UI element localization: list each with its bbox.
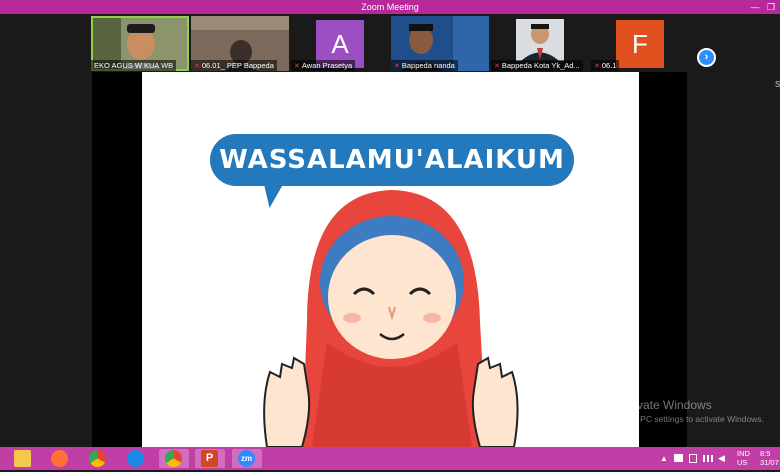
hijab-girl-illustration	[263, 190, 519, 447]
participant-tile[interactable]: ✕ Bappeda nanda	[391, 16, 489, 71]
shared-slide: WASSALAMU'ALAIKUM	[142, 72, 639, 447]
edge-text: S	[775, 80, 780, 89]
firefox-button[interactable]	[45, 449, 75, 468]
zoom-button[interactable]: zm	[232, 449, 262, 468]
title-bar: Zoom Meeting — ❐	[0, 0, 780, 14]
chrome-profile-button[interactable]	[159, 449, 189, 468]
taskbar: P zm ▲ ◀ IND US 8:5 31/07	[0, 447, 780, 470]
battery-icon[interactable]	[689, 454, 697, 463]
clock[interactable]: 8:5 31/07	[760, 449, 779, 472]
mic-muted-icon: ✕	[294, 63, 300, 70]
restore-button[interactable]: ❐	[764, 0, 778, 14]
firefox-icon	[51, 450, 68, 467]
minimize-button[interactable]: —	[748, 0, 762, 14]
participant-tile[interactable]: F ✕ 06.1	[591, 16, 689, 71]
tray-overflow-icon[interactable]: ▲	[660, 447, 668, 470]
mic-muted-icon: ✕	[394, 63, 400, 70]
language-code: IND	[737, 449, 750, 458]
watermark-subtitle: Go to PC settings to activate Windows.	[617, 414, 764, 424]
keyboard-layout: US	[737, 458, 748, 467]
zoom-icon: zm	[238, 450, 255, 467]
participant-name: ✕ 06.01_ PEP Bappeda	[191, 60, 277, 71]
mic-muted-icon: ✕	[494, 63, 500, 70]
participant-name: ✕ Bappeda Kota Yk_Ad...	[491, 60, 583, 71]
window-title: Zoom Meeting	[361, 2, 419, 12]
participant-tile[interactable]: EKO AGUS W KUA WB	[91, 16, 189, 71]
participant-tile[interactable]: A ✕ Awan Prasetya	[291, 16, 389, 71]
participant-avatar: F	[616, 20, 664, 68]
file-explorer-button[interactable]	[8, 449, 38, 468]
powerpoint-icon: P	[201, 450, 218, 467]
participant-tile[interactable]: ✕ 06.01_ PEP Bappeda	[191, 16, 289, 71]
participant-tile[interactable]: ✕ Bappeda Kota Yk_Ad...	[491, 16, 589, 71]
participant-name: ✕ 06.1	[591, 60, 620, 71]
participant-name: EKO AGUS W KUA WB	[91, 60, 177, 71]
left-hand	[263, 356, 311, 447]
participant-name: ✕ Bappeda nanda	[391, 60, 458, 71]
volume-icon[interactable]: ◀	[718, 447, 725, 470]
mic-muted-icon: ✕	[594, 63, 600, 70]
chrome-icon	[89, 450, 106, 467]
edge-icon	[127, 450, 144, 467]
watermark-title: Activate Windows	[617, 398, 712, 412]
activate-windows-watermark: Activate Windows Go to PC settings to ac…	[617, 398, 764, 426]
network-icon[interactable]	[674, 454, 683, 462]
mic-muted-icon: ✕	[194, 63, 200, 70]
signal-icon[interactable]	[703, 455, 713, 462]
edge-button[interactable]	[121, 449, 151, 468]
clock-time: 8:5	[760, 449, 771, 458]
clock-date: 31/07	[760, 458, 779, 467]
powerpoint-button[interactable]: P	[195, 449, 225, 468]
chrome-button[interactable]	[83, 449, 113, 468]
participant-name: ✕ Awan Prasetya	[291, 60, 356, 71]
next-page-button[interactable]: ›	[697, 48, 716, 67]
chrome-icon	[165, 450, 182, 467]
folder-icon	[14, 450, 31, 467]
language-indicator[interactable]: IND US	[737, 449, 750, 472]
right-hand	[471, 356, 519, 447]
participant-strip: EKO AGUS W KUA WB ✕ 06.01_ PEP Bappeda A …	[0, 14, 780, 72]
